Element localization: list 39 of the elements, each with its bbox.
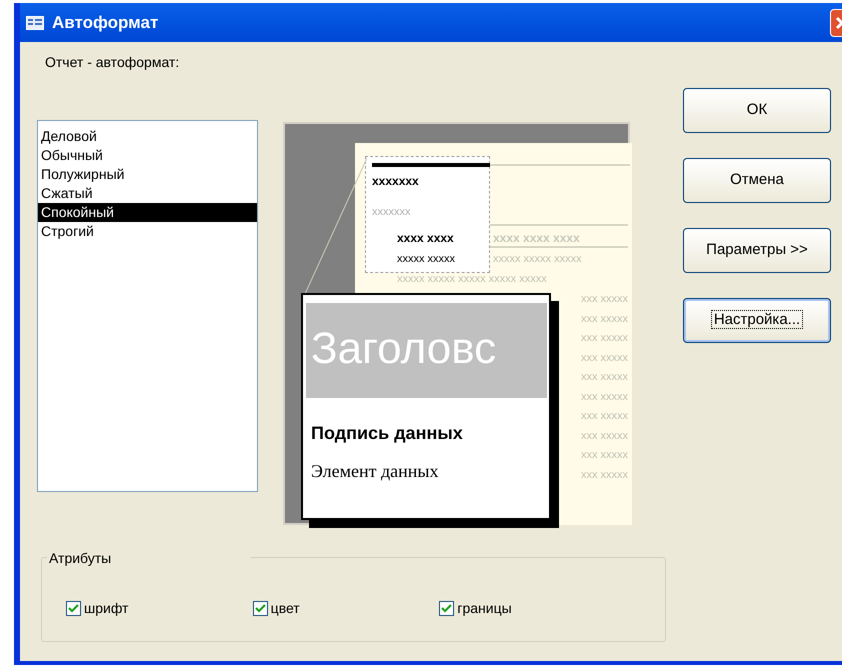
style-listbox[interactable]: Деловой Обычный Полужирный Сжатый Спокойный Строгий: [37, 120, 258, 492]
dialog-button[interactable]: Параметры >>: [683, 228, 831, 273]
checkbox[interactable]: [252, 601, 268, 616]
callout-field: Элемент данных: [311, 458, 439, 485]
list-item[interactable]: Спокойный: [38, 203, 257, 222]
data-row-text: xxx xxxxx: [580, 350, 628, 366]
data-row-text: xxx xxxxx: [580, 292, 628, 307]
data-row-text: xxx xxxxx: [580, 468, 628, 482]
data-row-text: xxx xxxxx: [580, 312, 628, 326]
callout-label: Подпись данных: [311, 422, 463, 445]
data-row-text: xxxxx xxxxx xxxxx: [493, 252, 582, 267]
data-row-text: xxxxx xxxxx: [397, 252, 456, 267]
dialog-button[interactable]: Отмена: [683, 158, 831, 203]
data-row-text: xxx xxxxx: [580, 448, 628, 463]
dialog-button[interactable]: ОК: [683, 88, 831, 133]
data-row-text: xxxxx xxxxx xxxxx xxxxx xxxxx: [397, 272, 547, 287]
checkbox-label: границы: [457, 599, 512, 618]
report-title: xxxxxxx: [372, 173, 419, 190]
callout-heading: Заголовс: [306, 303, 547, 398]
list-item[interactable]: Сжатый: [38, 184, 257, 203]
form-icon: [26, 16, 44, 30]
checkbox-label: цвет: [270, 599, 300, 618]
data-row-text: xxx xxxxx: [580, 331, 628, 346]
list-item[interactable]: Деловой: [38, 127, 257, 146]
data-row-text: xxx xxxxx: [580, 428, 628, 444]
window-title: Автоформат: [52, 12, 158, 34]
list-item[interactable]: Обычный: [38, 146, 257, 165]
report-subtitle: xxxxxxx: [372, 205, 410, 220]
column-header: xxxx xxxx: [397, 230, 454, 247]
list-item[interactable]: Полужирный: [38, 165, 257, 184]
data-row-text: xxx xxxxx: [580, 370, 628, 385]
list-item[interactable]: Строгий: [38, 222, 257, 241]
checkbox-label: шрифт: [84, 599, 128, 618]
data-row-text: xxx xxxxx: [580, 409, 628, 424]
checkbox[interactable]: [439, 601, 454, 616]
data-row-text: xxx xxxxx: [580, 390, 628, 404]
dialog-button[interactable]: Настройка...: [683, 298, 831, 343]
list-label: Отчет - автоформат:: [45, 53, 180, 72]
checkbox[interactable]: [66, 601, 81, 616]
